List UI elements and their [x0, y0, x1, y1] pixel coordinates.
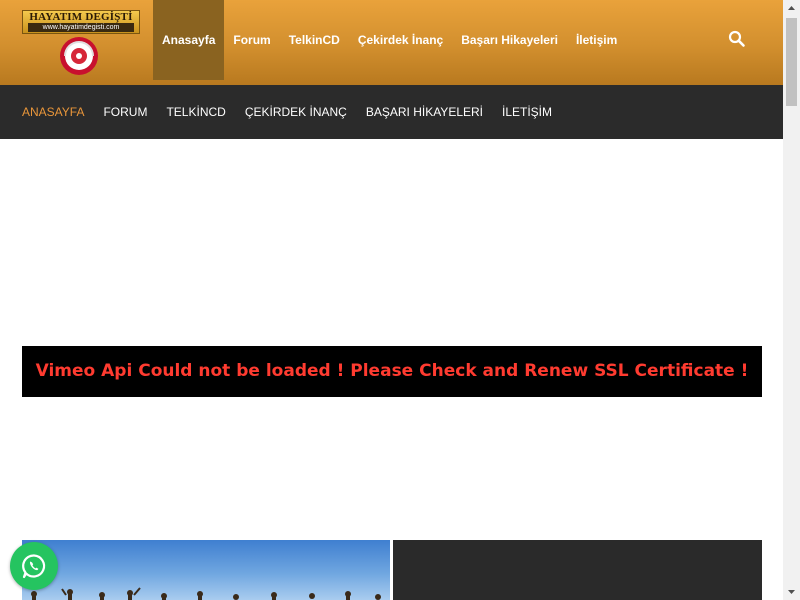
main-nav-forum[interactable]: Forum: [224, 0, 279, 80]
whatsapp-button[interactable]: [10, 542, 58, 590]
logo-cd-icon: [60, 37, 98, 75]
search-icon[interactable]: [728, 30, 746, 48]
sub-nav-anasayfa[interactable]: ANASAYFA: [22, 85, 84, 139]
logo-title: HAYATIM DEGİŞTİ: [29, 11, 133, 23]
scroll-up-arrow-icon[interactable]: [783, 0, 800, 17]
featured-dark-card[interactable]: [393, 540, 762, 600]
main-navigation: Anasayfa Forum TelkinCD Çekirdek İnanç B…: [153, 0, 626, 80]
main-nav-cekirdek-inanc[interactable]: Çekirdek İnanç: [349, 0, 452, 80]
top-header: HAYATIM DEGİŞTİ www.hayatimdegisti.com A…: [0, 0, 783, 85]
sub-nav-forum[interactable]: FORUM: [103, 85, 147, 139]
page: HAYATIM DEGİŞTİ www.hayatimdegisti.com A…: [0, 0, 783, 600]
main-nav-anasayfa[interactable]: Anasayfa: [153, 0, 225, 80]
sub-nav-iletisim[interactable]: İLETİŞİM: [502, 85, 552, 139]
whatsapp-icon: [22, 554, 46, 579]
main-nav-basari-hikayeleri[interactable]: Başarı Hikayeleri: [452, 0, 567, 80]
video-error-banner: Vimeo Api Could not be loaded ! Please C…: [22, 346, 762, 397]
sub-nav-telkincd[interactable]: TELKİNCD: [166, 85, 225, 139]
logo-url: www.hayatimdegisti.com: [28, 23, 134, 32]
video-error-message: Vimeo Api Could not be loaded ! Please C…: [35, 361, 749, 381]
people-jumping-image: [31, 587, 381, 600]
scrollbar-thumb[interactable]: [786, 18, 797, 106]
featured-image-card[interactable]: [22, 540, 390, 600]
site-logo[interactable]: HAYATIM DEGİŞTİ www.hayatimdegisti.com: [22, 10, 140, 75]
main-nav-iletisim[interactable]: İletişim: [567, 0, 626, 80]
sub-nav-cekirdek-inanc[interactable]: ÇEKİRDEK İNANÇ: [245, 85, 347, 139]
main-nav-telkincd[interactable]: TelkinCD: [280, 0, 349, 80]
sub-nav-basari-hikayeleri[interactable]: BAŞARI HİKAYELERİ: [366, 85, 483, 139]
scroll-down-arrow-icon[interactable]: [783, 583, 800, 600]
vertical-scrollbar[interactable]: [783, 0, 800, 600]
secondary-navigation: ANASAYFA FORUM TELKİNCD ÇEKİRDEK İNANÇ B…: [0, 85, 783, 139]
